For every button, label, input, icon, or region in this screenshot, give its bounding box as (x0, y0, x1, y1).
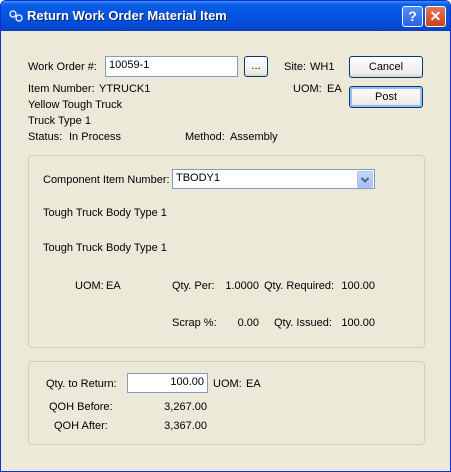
qty-issued-value: 100.00 (341, 317, 375, 329)
window-title: Return Work Order Material Item (27, 8, 227, 23)
qoh-after-label: QOH After: (54, 420, 108, 432)
uom-label: UOM: (293, 83, 322, 95)
help-button[interactable]: ? (402, 6, 423, 27)
scrap-value: 0.00 (237, 317, 259, 329)
gear-icon (8, 9, 24, 23)
status-label: Status: (28, 131, 63, 143)
component-item-selected: TBODY1 (176, 172, 221, 184)
qty-to-return-label: Qty. to Return: (46, 378, 117, 390)
qty-issued-label: Qty. Issued: (274, 317, 332, 329)
work-order-lookup-button[interactable]: ... (244, 56, 268, 77)
item-number-value: YTRUCK1 (99, 83, 151, 95)
return-uom-value: EA (246, 378, 261, 390)
item-number-label: Item Number: (28, 83, 95, 95)
site-label: Site: (284, 61, 307, 73)
chevron-down-icon[interactable] (357, 171, 373, 188)
qty-required-label: Qty. Required: (264, 280, 335, 292)
item-description-1: Yellow Tough Truck (28, 99, 123, 111)
component-description-1: Tough Truck Body Type 1 (43, 207, 167, 219)
title-bar[interactable]: Return Work Order Material Item ? ✕ (1, 1, 450, 31)
site-value: WH1 (310, 61, 335, 73)
qoh-after-value: 3,367.00 (164, 420, 207, 432)
qty-to-return-input[interactable]: 100.00 (127, 373, 208, 393)
qoh-before-value: 3,267.00 (164, 401, 207, 413)
return-uom-label: UOM: (213, 378, 242, 390)
component-uom-value: EA (106, 280, 121, 292)
qty-required-value: 100.00 (341, 280, 375, 292)
dialog-window: Return Work Order Material Item ? ✕ Work… (0, 0, 451, 472)
cancel-button[interactable]: Cancel (349, 56, 423, 78)
close-button[interactable]: ✕ (425, 6, 446, 27)
scrap-label: Scrap %: (172, 317, 217, 329)
qoh-before-label: QOH Before: (49, 401, 113, 413)
qty-per-value: 1.0000 (225, 280, 259, 292)
component-item-combobox[interactable]: TBODY1 (172, 169, 375, 189)
component-uom-label: UOM: (75, 280, 104, 292)
uom-value: EA (327, 83, 342, 95)
method-value: Assembly (230, 131, 278, 143)
component-description-2: Tough Truck Body Type 1 (43, 242, 167, 254)
method-label: Method: (185, 131, 225, 143)
component-item-label: Component Item Number: (43, 174, 170, 186)
work-order-label: Work Order #: (28, 61, 97, 73)
qty-per-label: Qty. Per: (172, 280, 215, 292)
item-description-2: Truck Type 1 (28, 115, 91, 127)
work-order-input[interactable]: 10059-1 (105, 56, 238, 77)
post-button[interactable]: Post (349, 86, 423, 108)
status-value: In Process (69, 131, 121, 143)
